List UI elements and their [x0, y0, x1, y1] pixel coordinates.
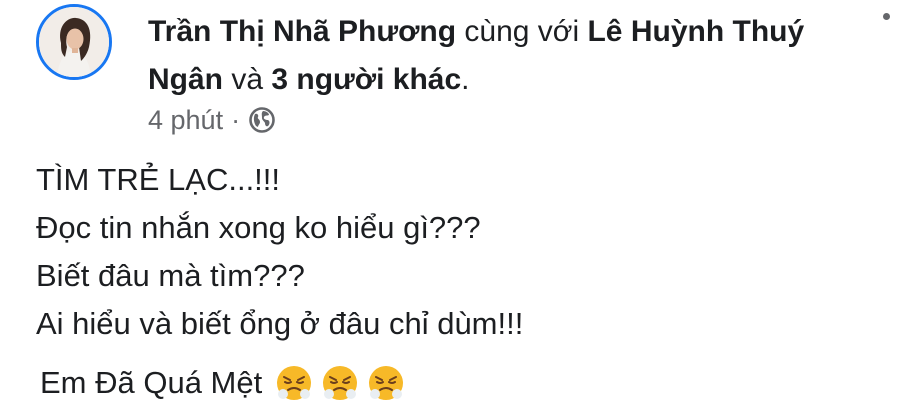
post-line: Ai hiểu và biết ổng ở đâu chỉ dùm!!! — [36, 306, 524, 341]
author-name-link[interactable]: Trần Thị Nhã Phương — [148, 15, 456, 48]
post-last-line-text: Em Đã Quá Mệt — [40, 365, 263, 400]
post-line: TÌM TRẺ LẠC...!!! — [36, 162, 281, 197]
post-line: Đọc tin nhắn xong ko hiểu gì??? — [36, 210, 481, 245]
others-link[interactable]: 3 người khác — [271, 63, 461, 96]
post-header-title: Trần Thị Nhã Phương cùng với Lê Huỳnh Th… — [148, 8, 868, 104]
post-meta: 4 phút · — [148, 100, 276, 140]
meta-separator: · — [231, 104, 241, 135]
post-last-line: Em Đã Quá Mệt — [40, 360, 406, 406]
avatar-photo — [39, 7, 109, 77]
with-text: cùng với — [464, 15, 580, 48]
globe-icon[interactable] — [248, 106, 276, 134]
and-text: và — [231, 63, 264, 96]
post-time[interactable]: 4 phút — [148, 105, 223, 136]
face-with-steam-emoji-icon — [277, 366, 312, 400]
author-avatar[interactable] — [36, 4, 112, 80]
face-with-steam-emoji-icon — [323, 366, 358, 400]
post-content: TÌM TRẺ LẠC...!!! Đọc tin nhắn xong ko h… — [36, 156, 523, 348]
more-options-icon[interactable] — [883, 13, 890, 20]
face-with-steam-emoji-icon — [369, 366, 404, 400]
facebook-post: Trần Thị Nhã Phương cùng với Lê Huỳnh Th… — [0, 0, 900, 406]
post-line: Biết đâu mà tìm??? — [36, 258, 305, 293]
header-period: . — [461, 63, 470, 96]
